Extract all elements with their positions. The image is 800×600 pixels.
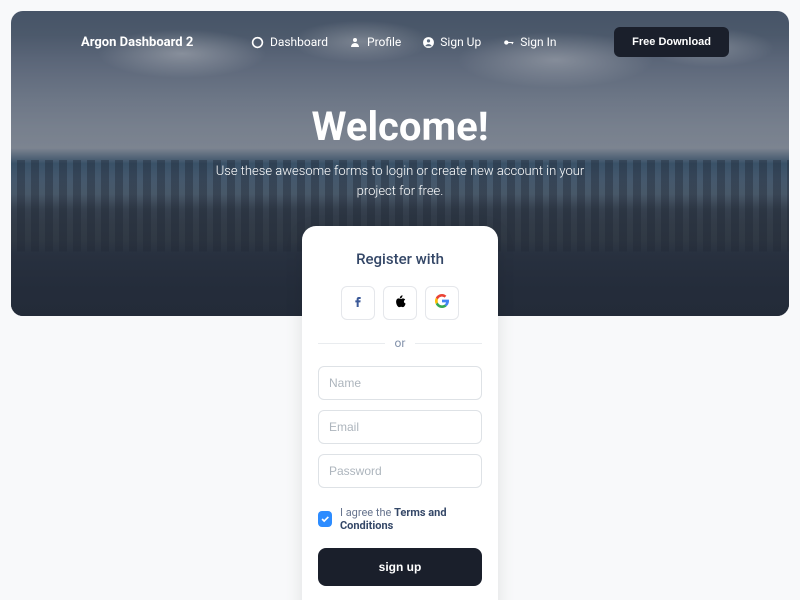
facebook-button[interactable] (341, 286, 375, 320)
free-download-button[interactable]: Free Download (614, 27, 729, 57)
nav-profile[interactable]: Profile (348, 35, 401, 49)
hero-subtitle: Use these awesome forms to login or crea… (11, 162, 789, 201)
hero-title: Welcome! (11, 103, 789, 150)
register-card: Register with or I agree the Terms and C… (302, 226, 498, 600)
key-icon (501, 35, 515, 49)
nav-links: Dashboard Profile Sign Up Sign In (251, 35, 557, 49)
facebook-icon (350, 293, 366, 313)
checkbox-checked-icon[interactable] (318, 511, 332, 527)
google-icon (434, 293, 450, 313)
terms-label: I agree the Terms and Conditions (340, 506, 482, 532)
user-circle-icon (421, 35, 435, 49)
or-divider: or (318, 336, 482, 350)
password-input[interactable] (318, 454, 482, 488)
donut-icon (251, 35, 265, 49)
apple-icon (393, 294, 408, 313)
nav-signup-label: Sign Up (440, 35, 481, 49)
top-nav: Argon Dashboard 2 Dashboard Profile Sign… (11, 11, 789, 61)
apple-button[interactable] (383, 286, 417, 320)
card-title: Register with (318, 250, 482, 268)
nav-dashboard[interactable]: Dashboard (251, 35, 328, 49)
nav-signin-label: Sign In (520, 35, 556, 49)
brand-title: Argon Dashboard 2 (81, 35, 193, 50)
email-input[interactable] (318, 410, 482, 444)
signup-submit-button[interactable]: sign up (318, 548, 482, 586)
nav-dashboard-label: Dashboard (270, 35, 328, 49)
terms-checkbox-row[interactable]: I agree the Terms and Conditions (318, 506, 482, 532)
nav-profile-label: Profile (367, 35, 401, 49)
nav-signin[interactable]: Sign In (501, 35, 556, 49)
nav-signup[interactable]: Sign Up (421, 35, 481, 49)
hero-text: Welcome! Use these awesome forms to logi… (11, 103, 789, 201)
google-button[interactable] (425, 286, 459, 320)
person-icon (348, 35, 362, 49)
social-buttons (318, 286, 482, 320)
name-input[interactable] (318, 366, 482, 400)
